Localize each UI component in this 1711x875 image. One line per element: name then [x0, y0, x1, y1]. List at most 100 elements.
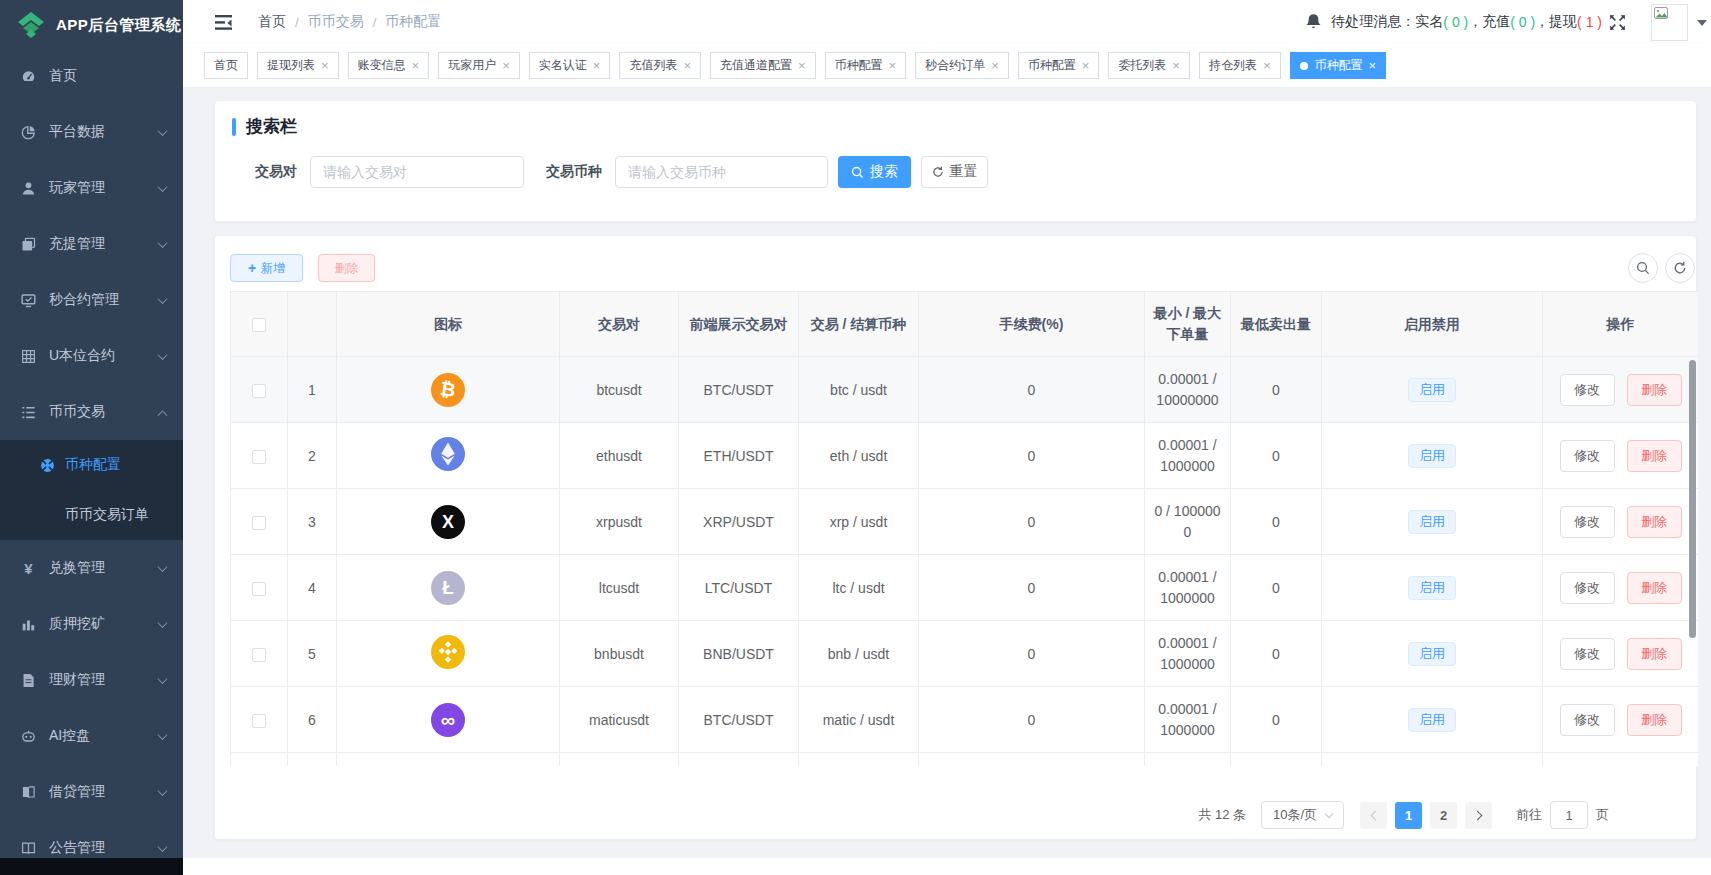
- search-input-0[interactable]: [310, 156, 524, 188]
- tab-coin-config-1[interactable]: 币种配置×: [825, 52, 907, 79]
- chevron-down-icon: [158, 182, 168, 192]
- tab-coin-config-2[interactable]: 币种配置×: [1018, 52, 1100, 79]
- sidebar-item-seconds-contract-manage[interactable]: 秒合约管理: [0, 272, 183, 328]
- prev-page-button[interactable]: [1360, 802, 1387, 829]
- sidebar-item-u-contract[interactable]: U本位合约: [0, 328, 183, 384]
- min-sell-cell: 0: [1231, 423, 1322, 489]
- row-checkbox[interactable]: [252, 450, 266, 464]
- row-delete-button[interactable]: 删除: [1627, 572, 1682, 604]
- page-button-2[interactable]: 2: [1430, 802, 1457, 829]
- sidebar-item-wealth-manage[interactable]: 理财管理: [0, 652, 183, 708]
- edit-button[interactable]: 修改: [1560, 506, 1615, 538]
- tab-close-icon[interactable]: ×: [1172, 58, 1180, 73]
- row-checkbox[interactable]: [252, 516, 266, 530]
- search-button[interactable]: 搜索: [838, 156, 911, 188]
- row-checkbox[interactable]: [252, 648, 266, 662]
- delete-button[interactable]: 删除: [318, 254, 375, 282]
- breadcrumb-item: 币币交易: [308, 13, 364, 31]
- breadcrumb-item[interactable]: 首页: [258, 13, 286, 31]
- row-checkbox[interactable]: [252, 384, 266, 398]
- sidebar-item-ai-control[interactable]: AI控盘: [0, 708, 183, 764]
- add-button[interactable]: +新增: [230, 254, 303, 282]
- enable-tag[interactable]: 启用: [1408, 708, 1456, 732]
- tab-close-icon[interactable]: ×: [321, 58, 329, 73]
- tab-close-icon[interactable]: ×: [1082, 58, 1090, 73]
- tab-recharge-channel-config[interactable]: 充值通道配置 ×: [710, 52, 816, 79]
- table-search-icon-button[interactable]: [1628, 253, 1658, 283]
- tab-recharge-list[interactable]: 充值列表×: [619, 52, 701, 79]
- tab-seconds-contract-order[interactable]: 秒合约订单×: [915, 52, 1009, 79]
- sidebar-item-home[interactable]: 首页: [0, 48, 183, 104]
- chevron-up-icon: [158, 410, 168, 420]
- avatar[interactable]: [1651, 4, 1688, 41]
- table-scrollbar[interactable]: [1689, 360, 1696, 638]
- enable-tag[interactable]: 启用: [1408, 378, 1456, 402]
- trade-settle-cell: bnb / usdt: [799, 621, 919, 687]
- page-button-1[interactable]: 1: [1395, 802, 1422, 829]
- sidebar-item-recharge-withdraw-manage[interactable]: 充提管理: [0, 216, 183, 272]
- eth-coin-icon: [431, 437, 465, 471]
- sidebar-item-loan-manage[interactable]: 借贷管理: [0, 764, 183, 820]
- chevron-down-icon: [158, 562, 168, 572]
- tab-close-icon[interactable]: ×: [1263, 58, 1271, 73]
- tab-close-icon[interactable]: ×: [593, 58, 601, 73]
- tab-close-icon[interactable]: ×: [412, 58, 420, 73]
- sidebar-item-staking-mining[interactable]: 质押挖矿: [0, 596, 183, 652]
- tab-close-icon[interactable]: ×: [683, 58, 691, 73]
- tab-withdraw-list[interactable]: 提现列表×: [257, 52, 339, 79]
- table-refresh-icon-button[interactable]: [1665, 253, 1695, 283]
- tab-close-icon[interactable]: ×: [889, 58, 897, 73]
- tab-close-icon[interactable]: ×: [502, 58, 510, 73]
- ltc-coin-icon: Ł: [431, 571, 465, 605]
- sidebar-item-label: 理财管理: [49, 671, 159, 689]
- page-size-select[interactable]: 10条/页: [1261, 801, 1344, 829]
- sidebar-subitem-coin-trade-orders[interactable]: 币币交易订单: [0, 490, 183, 540]
- tab-entrust-list[interactable]: 委托列表×: [1108, 52, 1190, 79]
- sidebar-item-coin-trade[interactable]: 币币交易: [0, 384, 183, 440]
- fullscreen-icon[interactable]: [1608, 13, 1627, 32]
- tab-player-user[interactable]: 玩家用户×: [438, 52, 520, 79]
- collapse-sidebar-icon[interactable]: [215, 15, 232, 30]
- row-checkbox[interactable]: [252, 714, 266, 728]
- enable-tag[interactable]: 启用: [1408, 642, 1456, 666]
- tab-close-icon[interactable]: ×: [798, 58, 806, 73]
- monitor-icon: [21, 293, 36, 308]
- sidebar-subitem-coin-config[interactable]: 币种配置: [0, 440, 183, 490]
- bell-icon[interactable]: [1305, 13, 1322, 31]
- search-form: 交易对交易币种搜索重置: [255, 156, 988, 188]
- next-page-button[interactable]: [1465, 802, 1492, 829]
- edit-button[interactable]: 修改: [1560, 440, 1615, 472]
- chevron-down-icon[interactable]: [1697, 20, 1707, 26]
- sidebar-item-exchange-manage[interactable]: ¥兑换管理: [0, 540, 183, 596]
- row-delete-button[interactable]: 删除: [1627, 704, 1682, 736]
- select-all-checkbox[interactable]: [252, 318, 266, 332]
- search-input-1[interactable]: [615, 156, 828, 188]
- tab-realname-auth[interactable]: 实名认证×: [529, 52, 611, 79]
- edit-button[interactable]: 修改: [1560, 638, 1615, 670]
- edit-button[interactable]: 修改: [1560, 374, 1615, 406]
- sidebar-item-platform-data[interactable]: 平台数据: [0, 104, 183, 160]
- tab-close-icon[interactable]: ×: [991, 58, 999, 73]
- tab-coin-config-active[interactable]: 币种配置×: [1290, 52, 1387, 79]
- tab-label: 充值通道配置: [720, 57, 792, 74]
- sidebar-item-player-manage[interactable]: 玩家管理: [0, 160, 183, 216]
- enable-tag[interactable]: 启用: [1408, 444, 1456, 468]
- tab-close-icon[interactable]: ×: [1369, 58, 1377, 73]
- enable-tag[interactable]: 启用: [1408, 576, 1456, 600]
- tab-position-list[interactable]: 持仓列表×: [1199, 52, 1281, 79]
- tab-account-change[interactable]: 账变信息×: [348, 52, 430, 79]
- goto-page-input[interactable]: 1: [1550, 801, 1588, 829]
- plus-icon: +: [248, 260, 256, 276]
- row-delete-button[interactable]: 删除: [1627, 506, 1682, 538]
- tab-home[interactable]: 首页: [204, 52, 248, 79]
- row-delete-button[interactable]: 删除: [1627, 638, 1682, 670]
- edit-button[interactable]: 修改: [1560, 572, 1615, 604]
- chevron-down-icon: [158, 294, 168, 304]
- row-checkbox[interactable]: [252, 582, 266, 596]
- row-delete-button[interactable]: 删除: [1627, 440, 1682, 472]
- reset-button[interactable]: 重置: [921, 156, 988, 188]
- search-panel-title: 搜索栏: [246, 115, 297, 138]
- row-delete-button[interactable]: 删除: [1627, 374, 1682, 406]
- edit-button[interactable]: 修改: [1560, 704, 1615, 736]
- enable-tag[interactable]: 启用: [1408, 510, 1456, 534]
